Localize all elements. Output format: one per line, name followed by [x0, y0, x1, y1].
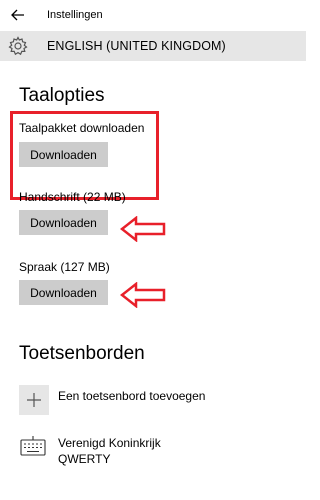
app-title: Instellingen [47, 9, 103, 21]
annotation-arrow-icon [120, 282, 166, 308]
add-keyboard-button[interactable] [19, 385, 49, 415]
annotation-arrow-icon [120, 216, 166, 242]
language-pack-label: Taalpakket downloaden [19, 121, 145, 135]
handwriting-download-button[interactable]: Downloaden [19, 210, 108, 235]
add-keyboard-label[interactable]: Een toetsenbord toevoegen [58, 389, 205, 403]
title-bar: Instellingen [0, 0, 306, 31]
keyboards-heading: Toetsenborden [19, 343, 145, 364]
keyboard-icon [20, 436, 46, 456]
back-arrow-icon [11, 9, 24, 21]
page-title: ENGLISH (UNITED KINGDOM) [47, 39, 226, 53]
language-pack-download-button[interactable]: Downloaden [19, 142, 108, 167]
speech-download-button[interactable]: Downloaden [19, 280, 108, 305]
keyboard-name[interactable]: Verenigd Koninkrijk [58, 436, 161, 450]
handwriting-label: Handschrift (22 MB) [19, 190, 126, 204]
page-header: ENGLISH (UNITED KINGDOM) [0, 31, 306, 61]
gear-icon [8, 36, 28, 56]
language-options-heading: Taalopties [19, 85, 105, 106]
speech-label: Spraak (127 MB) [19, 260, 110, 274]
back-button[interactable] [8, 5, 28, 25]
plus-icon [27, 393, 41, 407]
keyboard-layout: QWERTY [58, 452, 111, 466]
